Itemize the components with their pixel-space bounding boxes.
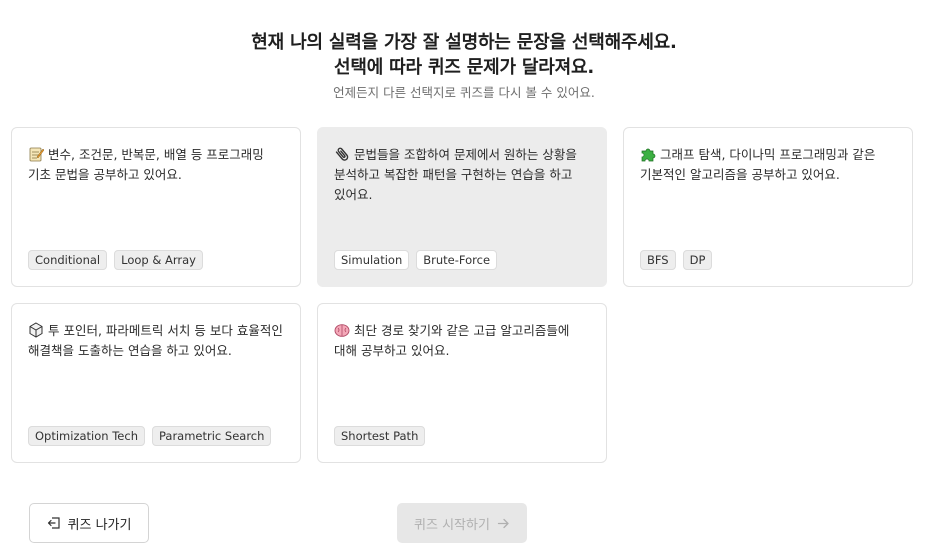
tag-list: Optimization Tech Parametric Search xyxy=(28,426,272,446)
card-description: 변수, 조건문, 반복문, 배열 등 프로그래밍 기초 문법을 공부하고 있어요… xyxy=(28,145,288,185)
tag: Simulation xyxy=(334,250,410,270)
card-description-text: 투 포인터, 파라메트릭 서치 등 보다 효율적인 해결책을 도출하는 연습을 … xyxy=(28,323,283,358)
memo-icon xyxy=(28,146,45,162)
page-header: 현재 나의 실력을 가장 잘 설명하는 문장을 선택해주세요. 선택에 따라 퀴… xyxy=(0,30,928,102)
tag-list: BFS DP xyxy=(640,250,713,270)
exit-quiz-button-label: 퀴즈 나가기 xyxy=(67,517,132,533)
tag-list: Simulation Brute-Force xyxy=(334,250,498,270)
tag: Brute-Force xyxy=(416,250,498,270)
card-description-text: 그래프 탐색, 다이나믹 프로그래밍과 같은 기본적인 알고리즘을 공부하고 있… xyxy=(640,147,876,182)
tag: Parametric Search xyxy=(151,426,272,446)
tag: Shortest Path xyxy=(334,426,426,446)
exit-quiz-button[interactable]: 퀴즈 나가기 xyxy=(29,503,149,543)
exit-door-icon xyxy=(47,516,61,530)
tag: Loop & Array xyxy=(114,250,203,270)
tag: Optimization Tech xyxy=(28,426,145,446)
tag: DP xyxy=(682,250,713,270)
card-description-text: 변수, 조건문, 반복문, 배열 등 프로그래밍 기초 문법을 공부하고 있어요… xyxy=(28,147,264,182)
page-title-line-2: 선택에 따라 퀴즈 문제가 달라져요. xyxy=(334,57,594,78)
card-description: 최단 경로 찾기와 같은 고급 알고리즘들에 대해 공부하고 있어요. xyxy=(334,321,594,361)
level-card-implementation[interactable]: 문법들을 조합하여 문제에서 원하는 상황을 분석하고 복잡한 패턴을 구현하는… xyxy=(317,127,607,287)
level-card-optimization[interactable]: 투 포인터, 파라메트릭 서치 등 보다 효율적인 해결책을 도출하는 연습을 … xyxy=(11,303,301,463)
level-card-algorithm-basic[interactable]: 그래프 탐색, 다이나믹 프로그래밍과 같은 기본적인 알고리즘을 공부하고 있… xyxy=(623,127,913,287)
card-description: 투 포인터, 파라메트릭 서치 등 보다 효율적인 해결책을 도출하는 연습을 … xyxy=(28,321,288,361)
cube-icon xyxy=(28,322,44,338)
tag: BFS xyxy=(640,250,676,270)
start-quiz-button[interactable]: 퀴즈 시작하기 xyxy=(397,503,527,543)
start-quiz-button-label: 퀴즈 시작하기 xyxy=(414,517,490,533)
paperclip-icon xyxy=(334,146,350,162)
brain-icon xyxy=(334,322,350,338)
card-description: 그래프 탐색, 다이나믹 프로그래밍과 같은 기본적인 알고리즘을 공부하고 있… xyxy=(640,145,900,185)
card-description-text: 최단 경로 찾기와 같은 고급 알고리즘들에 대해 공부하고 있어요. xyxy=(334,323,570,358)
level-card-basic[interactable]: 변수, 조건문, 반복문, 배열 등 프로그래밍 기초 문법을 공부하고 있어요… xyxy=(11,127,301,287)
level-card-advanced[interactable]: 최단 경로 찾기와 같은 고급 알고리즘들에 대해 공부하고 있어요. Shor… xyxy=(317,303,607,463)
card-description-text: 문법들을 조합하여 문제에서 원하는 상황을 분석하고 복잡한 패턴을 구현하는… xyxy=(334,147,577,202)
page-title-line-1: 현재 나의 실력을 가장 잘 설명하는 문장을 선택해주세요. xyxy=(251,32,677,53)
tag-list: Shortest Path xyxy=(334,426,426,446)
tag-list: Conditional Loop & Array xyxy=(28,250,203,270)
arrow-right-icon xyxy=(497,517,510,530)
page-subtitle: 언제든지 다른 선택지로 퀴즈를 다시 볼 수 있어요. xyxy=(333,85,595,100)
card-description: 문법들을 조합하여 문제에서 원하는 상황을 분석하고 복잡한 패턴을 구현하는… xyxy=(334,145,594,205)
puzzle-icon xyxy=(640,146,656,162)
tag: Conditional xyxy=(28,250,108,270)
